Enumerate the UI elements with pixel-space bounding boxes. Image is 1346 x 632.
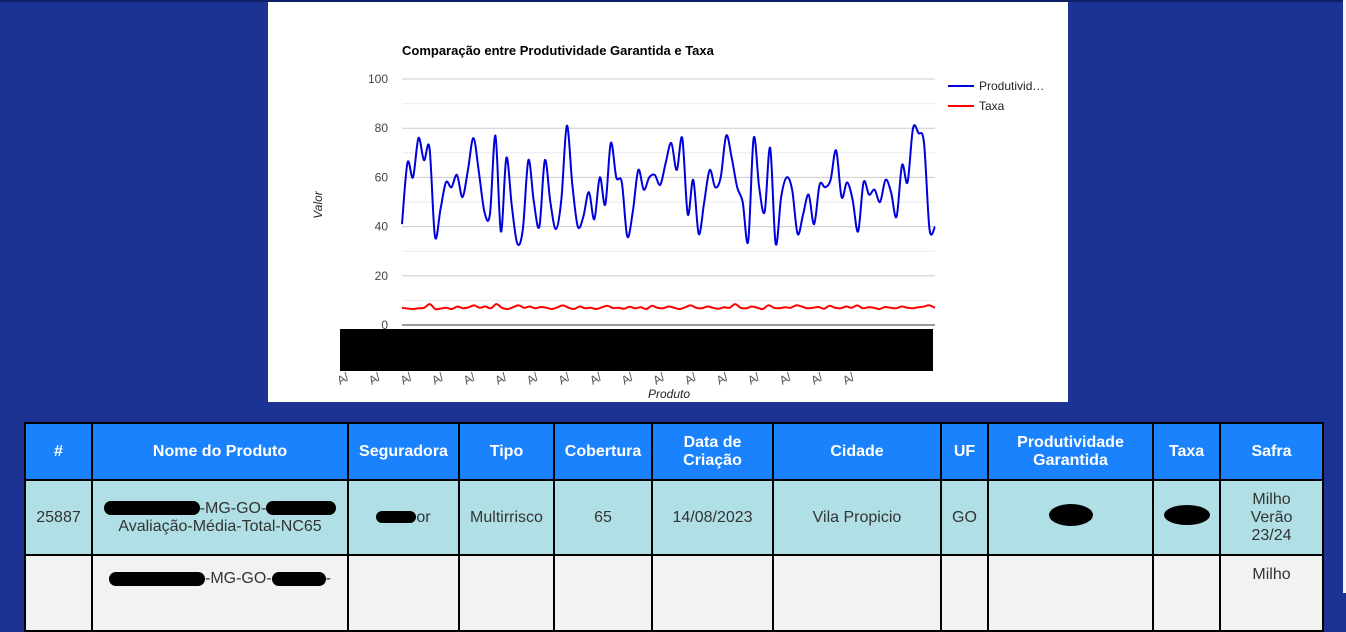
- cell-seguradora: [347, 554, 460, 632]
- y-tick-label: 40: [375, 220, 389, 234]
- cell-uf: GO: [940, 479, 989, 556]
- redaction-scribble: [271, 571, 326, 586]
- nome-tail: Avaliação-Média-Total-NC65: [118, 517, 322, 535]
- header-tipo[interactable]: Tipo: [458, 422, 555, 481]
- table-header-row: # Nome do Produto Seguradora Tipo Cobert…: [24, 422, 1324, 481]
- x-tick-label: A/: [619, 369, 636, 387]
- chart-title: Comparação entre Produtividade Garantida…: [402, 43, 715, 58]
- x-tick-label: A/: [651, 369, 668, 387]
- cell-taxa: [1152, 554, 1221, 632]
- header-cidade[interactable]: Cidade: [772, 422, 942, 481]
- legend-label-produtividade[interactable]: Produtivid…: [979, 79, 1044, 93]
- cell-tipo: [458, 554, 555, 632]
- cell-id: [24, 554, 93, 632]
- chart-panel: 0 20 40 60 80 100 A/A/A/A/A/A/A/A/A/A/A/A/A/A…: [268, 2, 1068, 402]
- cell-safra: Milho Verão 23/24: [1219, 479, 1324, 556]
- legend[interactable]: Produtivid… Taxa: [948, 79, 1044, 113]
- y-tick-label: 20: [375, 269, 389, 283]
- x-tick-label: A/: [524, 369, 541, 387]
- products-table-container: # Nome do Produto Seguradora Tipo Cobert…: [24, 422, 1324, 632]
- table-row[interactable]: -MG-GO- - Milho: [24, 554, 1324, 632]
- cell-produtividade-garantida: [987, 554, 1154, 632]
- cell-seguradora: or: [347, 479, 460, 556]
- y-axis-ticks: 020406080100: [368, 72, 388, 332]
- x-axis-label: Produto: [648, 387, 690, 401]
- x-tick-label: A/: [809, 369, 826, 387]
- x-tick-label: A/: [461, 369, 478, 387]
- x-tick-label: A/: [840, 369, 857, 387]
- cell-cobertura: 65: [553, 479, 653, 556]
- redaction-scribble: [109, 571, 205, 586]
- safra-line: Milho: [1252, 490, 1291, 508]
- safra-line: 23/24: [1251, 526, 1292, 544]
- y-tick-label: 100: [368, 72, 388, 86]
- x-tick-label: A/: [745, 369, 762, 387]
- redaction-scribble: [376, 511, 417, 524]
- redaction-blob: [1163, 505, 1210, 525]
- x-axis-ticks: A/A/A/A/A/A/A/A/A/A/A/A/A/A/A/A/A/: [335, 369, 858, 387]
- x-tick-label: A/: [587, 369, 604, 387]
- x-tick-label: A/: [335, 369, 352, 387]
- safra-line: Milho: [1252, 566, 1291, 583]
- cell-nome-do-produto: -MG-GO- Avaliação-Média-Total-NC65: [91, 479, 349, 556]
- header-nome-do-produto[interactable]: Nome do Produto: [91, 422, 349, 481]
- safra-line: Verão: [1250, 508, 1293, 526]
- cell-cidade: Vila Propicio: [772, 479, 942, 556]
- x-tick-label: A/: [366, 369, 383, 387]
- table-row[interactable]: 25887 -MG-GO- Avaliação-Média-Total-NC65…: [24, 479, 1324, 556]
- x-tick-label: A/: [429, 369, 446, 387]
- cell-nome-do-produto: -MG-GO- -: [91, 554, 349, 632]
- cell-cobertura: [553, 554, 653, 632]
- seguradora-tail: or: [416, 508, 431, 526]
- header-seguradora[interactable]: Seguradora: [347, 422, 460, 481]
- products-table: # Nome do Produto Seguradora Tipo Cobert…: [24, 422, 1324, 632]
- nome-dash: -: [325, 570, 331, 587]
- cell-id: 25887: [24, 479, 93, 556]
- redaction-blob: [1048, 504, 1093, 526]
- legend-label-taxa[interactable]: Taxa: [979, 99, 1005, 113]
- y-axis-label: Valor: [311, 190, 325, 219]
- y-tick-label: 80: [375, 121, 389, 135]
- x-tick-label: A/: [556, 369, 573, 387]
- series-line-taxa: [401, 303, 936, 311]
- header-produtividade-garantida[interactable]: Produtividade Garantida: [987, 422, 1154, 481]
- x-tick-label: A/: [777, 369, 794, 387]
- x-tick-label: A/: [398, 369, 415, 387]
- header-taxa[interactable]: Taxa: [1152, 422, 1221, 481]
- redaction-bar: [340, 329, 933, 371]
- cell-uf: [940, 554, 989, 632]
- cell-data-de-criacao: 14/08/2023: [651, 479, 774, 556]
- redaction-scribble: [103, 501, 200, 516]
- cell-cidade: [772, 554, 942, 632]
- header-cobertura[interactable]: Cobertura: [553, 422, 653, 481]
- cell-data-de-criacao: [651, 554, 774, 632]
- y-tick-label: 60: [375, 170, 389, 184]
- x-tick-label: A/: [682, 369, 699, 387]
- header-uf[interactable]: UF: [940, 422, 989, 481]
- header-safra[interactable]: Safra: [1219, 422, 1324, 481]
- x-tick-label: A/: [714, 369, 731, 387]
- cell-safra: Milho: [1219, 554, 1324, 632]
- nome-mid: -MG-GO-: [205, 570, 272, 587]
- x-tick-label: A/: [493, 369, 510, 387]
- redaction-scribble: [266, 501, 337, 516]
- header-id[interactable]: #: [24, 422, 93, 481]
- header-data-de-criacao[interactable]: Data de Criação: [651, 422, 774, 481]
- cell-produtividade-garantida: [987, 479, 1154, 556]
- nome-mid: -MG-GO-: [199, 499, 267, 517]
- cell-taxa: [1152, 479, 1221, 556]
- cell-tipo: Multirrisco: [458, 479, 555, 556]
